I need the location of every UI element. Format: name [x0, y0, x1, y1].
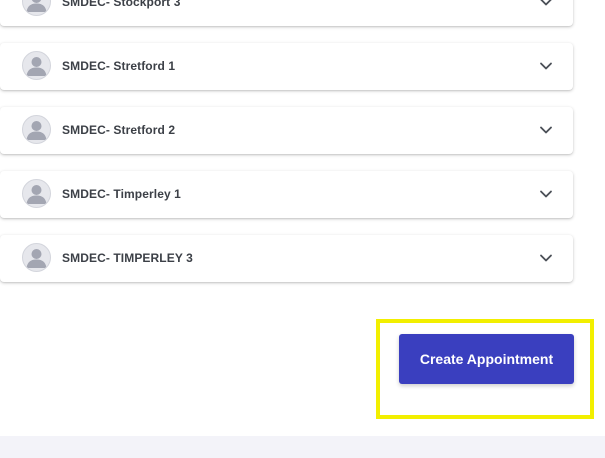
footer-band — [0, 436, 605, 458]
user-avatar-icon — [22, 51, 51, 80]
location-name: SMDEC- Stockport 3 — [62, 0, 181, 9]
location-card-timperley-1[interactable]: SMDEC- Timperley 1 — [0, 171, 573, 218]
location-card-stockport-3[interactable]: SMDEC- Stockport 3 — [0, 0, 573, 26]
location-card-stretford-1[interactable]: SMDEC- Stretford 1 — [0, 43, 573, 90]
chevron-down-icon[interactable] — [539, 0, 553, 9]
chevron-down-icon[interactable] — [539, 59, 553, 73]
location-card-stretford-2[interactable]: SMDEC- Stretford 2 — [0, 107, 573, 154]
location-name: SMDEC- Timperley 1 — [62, 187, 181, 201]
create-appointment-button[interactable]: Create Appointment — [399, 334, 574, 384]
user-avatar-icon — [22, 243, 51, 272]
page: SMDEC- Stockport 3 SMDEC- Stretford 1 SM… — [0, 0, 605, 458]
location-name: SMDEC- Stretford 1 — [62, 59, 176, 73]
user-avatar-icon — [22, 0, 51, 16]
location-card-timperley-3[interactable]: SMDEC- TIMPERLEY 3 — [0, 235, 573, 282]
chevron-down-icon[interactable] — [539, 187, 553, 201]
location-name: SMDEC- Stretford 2 — [62, 123, 176, 137]
chevron-down-icon[interactable] — [539, 123, 553, 137]
location-name: SMDEC- TIMPERLEY 3 — [62, 251, 193, 265]
chevron-down-icon[interactable] — [539, 251, 553, 265]
user-avatar-icon — [22, 179, 51, 208]
user-avatar-icon — [22, 115, 51, 144]
